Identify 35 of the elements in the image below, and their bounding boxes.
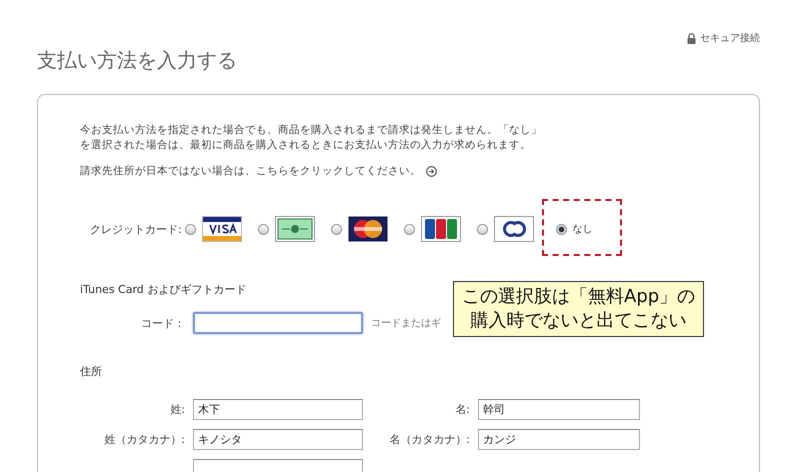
callout-text: この選択肢は「無料App」の xyxy=(462,285,696,309)
card-logo-icon xyxy=(202,216,242,242)
intro-text: 今お支払い方法を指定された場合でも、商品を購入されるまで請求は発生しません。「なし」 xyxy=(80,123,542,138)
card-logo-icon xyxy=(274,216,315,242)
lock-icon xyxy=(687,32,696,44)
text-field[interactable]: 木下 xyxy=(193,399,363,420)
text-field[interactable]: キノシタ xyxy=(193,429,363,450)
intro-text: を選択された場合は、最初に商品を購入されるときにお支払い方法の入力が求められます。 xyxy=(80,138,531,153)
text-field[interactable]: 幹司 xyxy=(478,399,640,420)
arrow-circle-icon[interactable] xyxy=(426,166,437,176)
radio-button[interactable] xyxy=(476,224,488,234)
card-logo-icon xyxy=(348,216,388,242)
gift-card-heading: iTunes Card およびギフトカード xyxy=(80,282,246,297)
callout-text: 購入時でないと出てこない xyxy=(470,309,687,333)
code-label: コード： xyxy=(140,316,186,330)
field-label: 姓: xyxy=(169,402,186,417)
field-label: 姓（カタカナ）: xyxy=(103,432,186,447)
radio-button[interactable] xyxy=(556,224,567,234)
code-input-field[interactable] xyxy=(193,312,363,334)
page-title: 支払い方法を入力する xyxy=(37,47,238,74)
secure-connection-label: セキュア接続 xyxy=(700,32,760,45)
address-heading: 住所 xyxy=(80,364,102,379)
card-logo-icon xyxy=(494,216,534,242)
field-label: 名: xyxy=(454,402,471,417)
overseas-address-link[interactable]: 請求先住所が日本ではない場合は、こちらをクリックしてください。 xyxy=(80,164,421,178)
card-logo-icon xyxy=(420,216,461,242)
radio-button[interactable] xyxy=(184,224,196,234)
radio-button[interactable] xyxy=(404,224,415,234)
radio-button[interactable] xyxy=(330,224,342,234)
option-label: なし xyxy=(572,223,593,236)
text-field[interactable]: カンジ xyxy=(478,429,640,450)
radio-button[interactable] xyxy=(258,224,269,234)
field-label: 名（カタカナ）: xyxy=(388,432,471,447)
code-hint-text: コードまたはギ xyxy=(371,317,441,330)
credit-card-label: クレジットカード: xyxy=(90,222,182,236)
